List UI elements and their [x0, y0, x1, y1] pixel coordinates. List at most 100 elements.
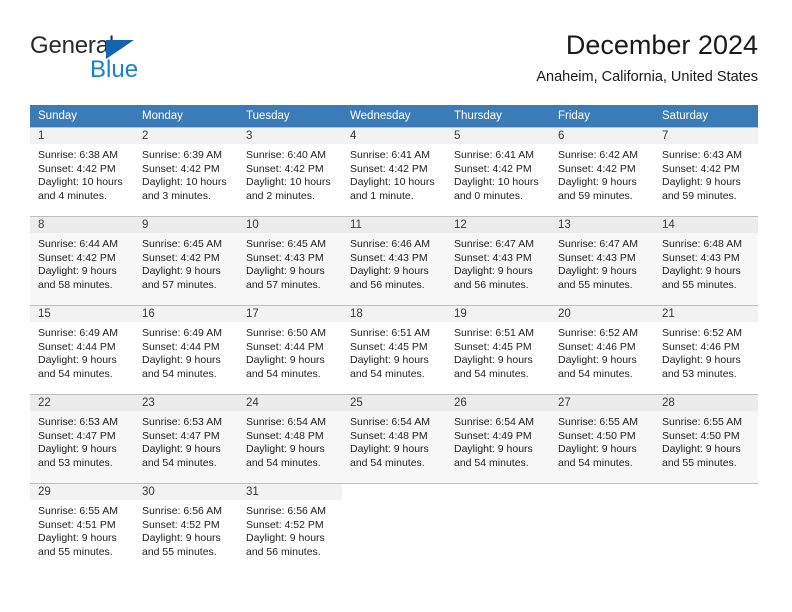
day-cell[interactable]: 20 Sunrise: 6:52 AM Sunset: 4:46 PM Dayl… — [550, 305, 654, 394]
sunrise-text: Sunrise: 6:54 AM — [350, 416, 430, 428]
sunrise-text: Sunrise: 6:47 AM — [558, 238, 638, 250]
day-cell[interactable]: 12 Sunrise: 6:47 AM Sunset: 4:43 PM Dayl… — [446, 216, 550, 305]
day-cell[interactable]: 23 Sunrise: 6:53 AM Sunset: 4:47 PM Dayl… — [134, 394, 238, 483]
day-details: Sunrise: 6:41 AM Sunset: 4:42 PM Dayligh… — [342, 144, 446, 203]
sunset-text: Sunset: 4:42 PM — [142, 162, 220, 175]
day-cell-empty — [446, 483, 550, 572]
calendar-week-row: 1 Sunrise: 6:38 AM Sunset: 4:42 PM Dayli… — [30, 127, 758, 216]
day-cell[interactable]: 3 Sunrise: 6:40 AM Sunset: 4:42 PM Dayli… — [238, 127, 342, 216]
day-cell[interactable]: 25 Sunrise: 6:54 AM Sunset: 4:48 PM Dayl… — [342, 394, 446, 483]
day-number: 21 — [654, 305, 758, 322]
sunset-text: Sunset: 4:48 PM — [246, 429, 324, 442]
daylight-text: Daylight: 9 hours and 54 minutes. — [142, 354, 221, 380]
day-details: Sunrise: 6:53 AM Sunset: 4:47 PM Dayligh… — [134, 411, 238, 470]
daylight-text: Daylight: 9 hours and 56 minutes. — [454, 265, 533, 291]
sunset-text: Sunset: 4:42 PM — [38, 162, 116, 175]
day-number: 9 — [134, 216, 238, 233]
daylight-text: Daylight: 9 hours and 59 minutes. — [662, 176, 741, 202]
day-details: Sunrise: 6:54 AM Sunset: 4:49 PM Dayligh… — [446, 411, 550, 470]
day-number: 20 — [550, 305, 654, 322]
weekday-header-monday: Monday — [134, 105, 238, 127]
day-cell[interactable]: 24 Sunrise: 6:54 AM Sunset: 4:48 PM Dayl… — [238, 394, 342, 483]
day-cell[interactable]: 14 Sunrise: 6:48 AM Sunset: 4:43 PM Dayl… — [654, 216, 758, 305]
day-number: 31 — [238, 483, 342, 500]
day-details: Sunrise: 6:55 AM Sunset: 4:50 PM Dayligh… — [550, 411, 654, 470]
daylight-text: Daylight: 10 hours and 2 minutes. — [246, 176, 331, 202]
day-details: Sunrise: 6:39 AM Sunset: 4:42 PM Dayligh… — [134, 144, 238, 203]
day-number: 11 — [342, 216, 446, 233]
day-cell-empty — [550, 483, 654, 572]
sunrise-text: Sunrise: 6:41 AM — [454, 149, 534, 161]
day-cell[interactable]: 17 Sunrise: 6:50 AM Sunset: 4:44 PM Dayl… — [238, 305, 342, 394]
daylight-text: Daylight: 9 hours and 55 minutes. — [558, 265, 637, 291]
sunset-text: Sunset: 4:42 PM — [246, 162, 324, 175]
day-cell[interactable]: 10 Sunrise: 6:45 AM Sunset: 4:43 PM Dayl… — [238, 216, 342, 305]
day-cell[interactable]: 29 Sunrise: 6:55 AM Sunset: 4:51 PM Dayl… — [30, 483, 134, 572]
sunrise-text: Sunrise: 6:45 AM — [142, 238, 222, 250]
sunrise-text: Sunrise: 6:54 AM — [454, 416, 534, 428]
day-cell[interactable]: 18 Sunrise: 6:51 AM Sunset: 4:45 PM Dayl… — [342, 305, 446, 394]
sunrise-text: Sunrise: 6:40 AM — [246, 149, 326, 161]
day-cell[interactable]: 27 Sunrise: 6:55 AM Sunset: 4:50 PM Dayl… — [550, 394, 654, 483]
day-number: 4 — [342, 127, 446, 144]
page-subtitle: Anaheim, California, United States — [536, 69, 758, 85]
day-details: Sunrise: 6:40 AM Sunset: 4:42 PM Dayligh… — [238, 144, 342, 203]
day-cell[interactable]: 5 Sunrise: 6:41 AM Sunset: 4:42 PM Dayli… — [446, 127, 550, 216]
sunrise-text: Sunrise: 6:55 AM — [558, 416, 638, 428]
day-cell[interactable]: 22 Sunrise: 6:53 AM Sunset: 4:47 PM Dayl… — [30, 394, 134, 483]
day-number: 3 — [238, 127, 342, 144]
day-cell[interactable]: 4 Sunrise: 6:41 AM Sunset: 4:42 PM Dayli… — [342, 127, 446, 216]
day-details: Sunrise: 6:50 AM Sunset: 4:44 PM Dayligh… — [238, 322, 342, 381]
day-cell[interactable]: 15 Sunrise: 6:49 AM Sunset: 4:44 PM Dayl… — [30, 305, 134, 394]
day-details: Sunrise: 6:49 AM Sunset: 4:44 PM Dayligh… — [134, 322, 238, 381]
day-cell[interactable]: 1 Sunrise: 6:38 AM Sunset: 4:42 PM Dayli… — [30, 127, 134, 216]
sunset-text: Sunset: 4:48 PM — [350, 429, 428, 442]
day-cell[interactable]: 16 Sunrise: 6:49 AM Sunset: 4:44 PM Dayl… — [134, 305, 238, 394]
page-title: December 2024 — [565, 30, 758, 60]
day-details: Sunrise: 6:38 AM Sunset: 4:42 PM Dayligh… — [30, 144, 134, 203]
day-details: Sunrise: 6:52 AM Sunset: 4:46 PM Dayligh… — [550, 322, 654, 381]
sunrise-text: Sunrise: 6:45 AM — [246, 238, 326, 250]
day-details: Sunrise: 6:45 AM Sunset: 4:43 PM Dayligh… — [238, 233, 342, 292]
daylight-text: Daylight: 9 hours and 54 minutes. — [246, 443, 325, 469]
day-cell[interactable]: 19 Sunrise: 6:51 AM Sunset: 4:45 PM Dayl… — [446, 305, 550, 394]
sunset-text: Sunset: 4:44 PM — [246, 340, 324, 353]
day-cell[interactable]: 30 Sunrise: 6:56 AM Sunset: 4:52 PM Dayl… — [134, 483, 238, 572]
day-cell[interactable]: 31 Sunrise: 6:56 AM Sunset: 4:52 PM Dayl… — [238, 483, 342, 572]
day-details: Sunrise: 6:52 AM Sunset: 4:46 PM Dayligh… — [654, 322, 758, 381]
day-cell[interactable]: 11 Sunrise: 6:46 AM Sunset: 4:43 PM Dayl… — [342, 216, 446, 305]
day-cell[interactable]: 2 Sunrise: 6:39 AM Sunset: 4:42 PM Dayli… — [134, 127, 238, 216]
daylight-text: Daylight: 9 hours and 56 minutes. — [350, 265, 429, 291]
daylight-text: Daylight: 10 hours and 3 minutes. — [142, 176, 227, 202]
day-number: 7 — [654, 127, 758, 144]
sunset-text: Sunset: 4:47 PM — [38, 429, 116, 442]
day-cell[interactable]: 6 Sunrise: 6:42 AM Sunset: 4:42 PM Dayli… — [550, 127, 654, 216]
sunrise-text: Sunrise: 6:56 AM — [246, 505, 326, 517]
day-details: Sunrise: 6:55 AM Sunset: 4:51 PM Dayligh… — [30, 500, 134, 559]
sunrise-text: Sunrise: 6:49 AM — [38, 327, 118, 339]
title-block: December 2024 Anaheim, California, Unite… — [536, 28, 758, 88]
day-details: Sunrise: 6:45 AM Sunset: 4:42 PM Dayligh… — [134, 233, 238, 292]
day-details: Sunrise: 6:51 AM Sunset: 4:45 PM Dayligh… — [446, 322, 550, 381]
general-blue-logo[interactable]: General Blue — [30, 32, 210, 90]
day-cell[interactable]: 28 Sunrise: 6:55 AM Sunset: 4:50 PM Dayl… — [654, 394, 758, 483]
daylight-text: Daylight: 9 hours and 57 minutes. — [142, 265, 221, 291]
daylight-text: Daylight: 9 hours and 55 minutes. — [662, 265, 741, 291]
day-details: Sunrise: 6:56 AM Sunset: 4:52 PM Dayligh… — [134, 500, 238, 559]
day-cell[interactable]: 26 Sunrise: 6:54 AM Sunset: 4:49 PM Dayl… — [446, 394, 550, 483]
day-cell[interactable]: 9 Sunrise: 6:45 AM Sunset: 4:42 PM Dayli… — [134, 216, 238, 305]
day-details: Sunrise: 6:48 AM Sunset: 4:43 PM Dayligh… — [654, 233, 758, 292]
day-number: 28 — [654, 394, 758, 411]
day-number: 18 — [342, 305, 446, 322]
sunrise-text: Sunrise: 6:52 AM — [662, 327, 742, 339]
day-details: Sunrise: 6:46 AM Sunset: 4:43 PM Dayligh… — [342, 233, 446, 292]
day-cell[interactable]: 7 Sunrise: 6:43 AM Sunset: 4:42 PM Dayli… — [654, 127, 758, 216]
daylight-text: Daylight: 9 hours and 54 minutes. — [350, 354, 429, 380]
day-cell[interactable]: 8 Sunrise: 6:44 AM Sunset: 4:42 PM Dayli… — [30, 216, 134, 305]
day-cell[interactable]: 13 Sunrise: 6:47 AM Sunset: 4:43 PM Dayl… — [550, 216, 654, 305]
weekday-header-saturday: Saturday — [654, 105, 758, 127]
daylight-text: Daylight: 9 hours and 55 minutes. — [142, 532, 221, 558]
sunset-text: Sunset: 4:46 PM — [662, 340, 740, 353]
day-cell[interactable]: 21 Sunrise: 6:52 AM Sunset: 4:46 PM Dayl… — [654, 305, 758, 394]
sunset-text: Sunset: 4:52 PM — [142, 518, 220, 531]
